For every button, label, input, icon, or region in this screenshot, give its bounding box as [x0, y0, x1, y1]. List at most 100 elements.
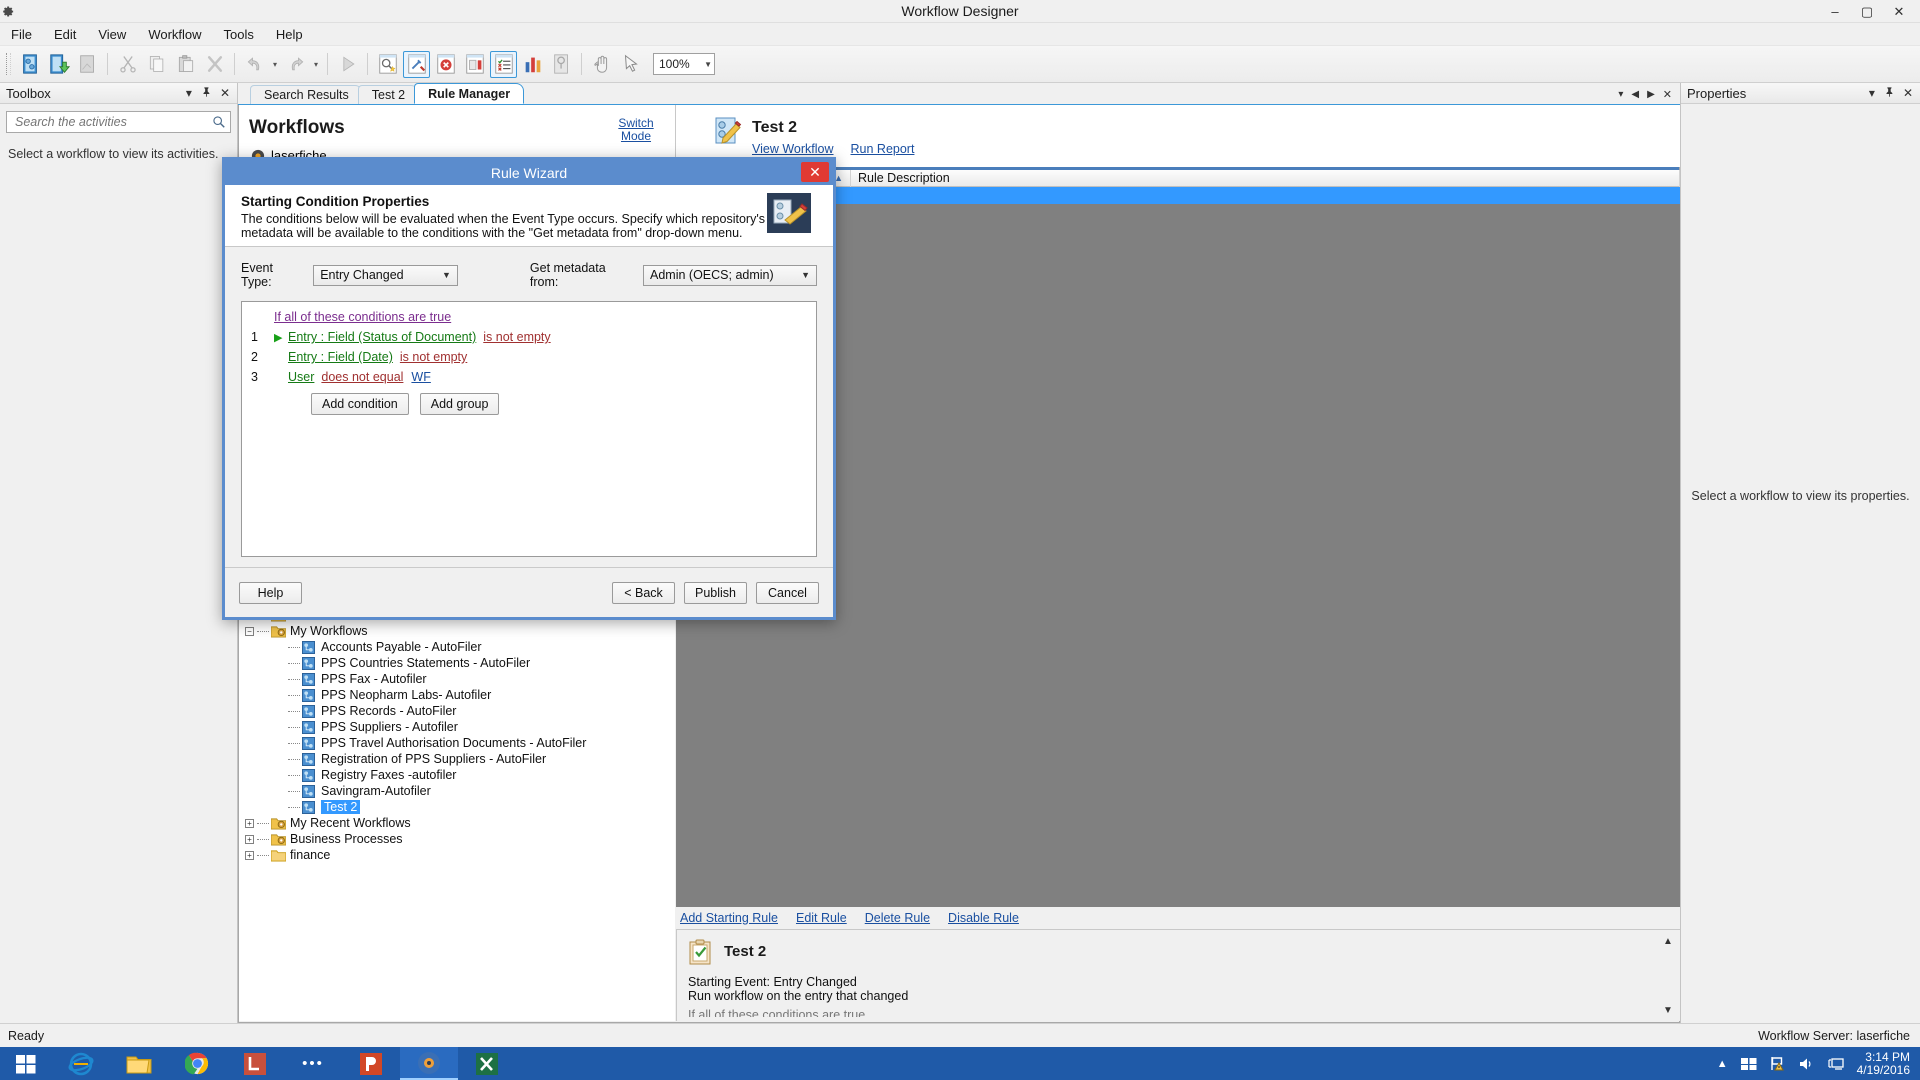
condition-operator[interactable]: is not empty: [483, 330, 550, 344]
condition-subject[interactable]: User: [288, 370, 314, 384]
tree-item[interactable]: PPS Records - AutoFiler: [239, 703, 675, 719]
minimize-button[interactable]: –: [1826, 4, 1844, 19]
zoom-level-combo[interactable]: 100% ▼: [653, 53, 715, 75]
powerpoint-icon[interactable]: [342, 1047, 400, 1080]
condition-operator[interactable]: does not equal: [321, 370, 403, 384]
menu-workflow[interactable]: Workflow: [137, 25, 212, 44]
expand-icon[interactable]: +: [245, 851, 254, 860]
tab-scroll-left-icon[interactable]: ◀: [1631, 89, 1639, 100]
rule-detail-scrollbar[interactable]: ▲ ▼: [1658, 930, 1678, 1022]
volume-icon[interactable]: [1799, 1057, 1815, 1071]
properties-pin-icon[interactable]: [1884, 86, 1894, 100]
undo-dropdown-icon[interactable]: ▾: [270, 51, 280, 78]
condition-subject[interactable]: Entry : Field (Date): [288, 350, 393, 364]
properties-menu-icon[interactable]: ▾: [1869, 86, 1875, 100]
toolbox-close-icon[interactable]: ✕: [220, 86, 230, 100]
tree-item[interactable]: +Business Processes: [239, 831, 675, 847]
more-icon[interactable]: •••: [284, 1047, 342, 1080]
chrome-icon[interactable]: [168, 1047, 226, 1080]
windows-start-icon[interactable]: [0, 1047, 52, 1080]
tree-item[interactable]: +finance: [239, 847, 675, 863]
expand-icon[interactable]: +: [245, 819, 254, 828]
condition-subject[interactable]: Entry : Field (Status of Document): [288, 330, 476, 344]
workflow-designer-icon[interactable]: [400, 1047, 458, 1080]
rule-manager-icon[interactable]: [490, 51, 517, 78]
toolbox-search-box[interactable]: [6, 111, 231, 133]
tab-rule-manager[interactable]: Rule Manager: [414, 83, 524, 104]
metadata-source-combo[interactable]: Admin (OECS; admin) ▼: [643, 265, 817, 286]
expand-icon[interactable]: +: [245, 835, 254, 844]
new-workflow-icon[interactable]: [16, 51, 43, 78]
network-icon[interactable]: [1741, 1057, 1757, 1071]
pan-icon[interactable]: [588, 51, 615, 78]
tab-test-2[interactable]: Test 2: [358, 85, 419, 104]
designer-tools-icon[interactable]: [403, 51, 430, 78]
save-workflow-icon[interactable]: [45, 51, 72, 78]
publish-button[interactable]: Publish: [684, 582, 747, 604]
search-workflow-icon[interactable]: [374, 51, 401, 78]
tab-list-icon[interactable]: ▾: [1618, 89, 1623, 100]
menu-tools[interactable]: Tools: [213, 25, 265, 44]
menu-view[interactable]: View: [87, 25, 137, 44]
properties-icon[interactable]: [461, 51, 488, 78]
flag-warning-icon[interactable]: [1770, 1056, 1786, 1071]
tree-item[interactable]: +My Recent Workflows: [239, 815, 675, 831]
reports-icon[interactable]: [519, 51, 546, 78]
run-report-link[interactable]: Run Report: [851, 142, 915, 156]
menu-file[interactable]: File: [0, 25, 43, 44]
tree-item[interactable]: Accounts Payable - AutoFiler: [239, 639, 675, 655]
delete-rule-link[interactable]: Delete Rule: [865, 911, 930, 925]
tree-item[interactable]: Test 2: [239, 799, 675, 815]
file-explorer-icon[interactable]: [110, 1047, 168, 1080]
switch-mode-link[interactable]: Switch Mode: [611, 117, 661, 143]
tree-item[interactable]: Registry Faxes -autofiler: [239, 767, 675, 783]
display-icon[interactable]: [1828, 1057, 1844, 1071]
tree-item[interactable]: PPS Fax - Autofiler: [239, 671, 675, 687]
conditions-header-link[interactable]: If all of these conditions are true: [242, 310, 816, 324]
back-button[interactable]: < Back: [612, 582, 675, 604]
tree-item[interactable]: Registration of PPS Suppliers - AutoFile…: [239, 751, 675, 767]
toolbox-menu-icon[interactable]: ▾: [186, 86, 192, 100]
add-starting-rule-link[interactable]: Add Starting Rule: [680, 911, 778, 925]
toolbox-pin-icon[interactable]: [201, 86, 211, 100]
tree-item[interactable]: PPS Neopharm Labs- Autofiler: [239, 687, 675, 703]
scroll-up-icon[interactable]: ▲: [1663, 936, 1673, 947]
close-button[interactable]: ✕: [1890, 4, 1908, 20]
menu-edit[interactable]: Edit: [43, 25, 87, 44]
tree-item[interactable]: PPS Suppliers - Autofiler: [239, 719, 675, 735]
search-input[interactable]: [13, 114, 212, 130]
condition-row-1[interactable]: 1 ▶ Entry : Field (Status of Document) i…: [242, 327, 816, 347]
add-condition-button[interactable]: Add condition: [311, 393, 409, 415]
view-workflow-link[interactable]: View Workflow: [752, 142, 834, 156]
tab-search-results[interactable]: Search Results: [250, 85, 363, 104]
tree-item[interactable]: Savingram-Autofiler: [239, 783, 675, 799]
tab-close-icon[interactable]: ✕: [1663, 88, 1672, 101]
excel-icon[interactable]: [458, 1047, 516, 1080]
event-type-combo[interactable]: Entry Changed ▼: [313, 265, 458, 286]
laserfiche-icon[interactable]: [226, 1047, 284, 1080]
column-header-rule-description[interactable]: Rule Description: [851, 170, 1680, 187]
show-hidden-icons[interactable]: ▲: [1717, 1058, 1728, 1070]
tree-item[interactable]: PPS Travel Authorisation Documents - Aut…: [239, 735, 675, 751]
condition-value[interactable]: WF: [411, 370, 430, 384]
tree-item[interactable]: −My Workflows: [239, 623, 675, 639]
stop-icon[interactable]: [432, 51, 459, 78]
cancel-button[interactable]: Cancel: [756, 582, 819, 604]
condition-row-3[interactable]: 3 User does not equal WF: [242, 367, 816, 387]
internet-explorer-icon[interactable]: [52, 1047, 110, 1080]
condition-row-2[interactable]: 2 Entry : Field (Date) is not empty: [242, 347, 816, 367]
condition-operator[interactable]: is not empty: [400, 350, 467, 364]
add-group-button[interactable]: Add group: [420, 393, 500, 415]
menu-help[interactable]: Help: [265, 25, 314, 44]
scroll-down-icon[interactable]: ▼: [1663, 1005, 1673, 1016]
disable-rule-link[interactable]: Disable Rule: [948, 911, 1019, 925]
properties-close-icon[interactable]: ✕: [1903, 86, 1913, 100]
toolbar-grip[interactable]: [6, 53, 11, 75]
tree-item[interactable]: PPS Countries Statements - AutoFiler: [239, 655, 675, 671]
tab-scroll-right-icon[interactable]: ▶: [1647, 89, 1655, 100]
redo-dropdown-icon[interactable]: ▾: [311, 51, 321, 78]
search-icon[interactable]: [212, 115, 226, 129]
maximize-button[interactable]: ▢: [1858, 4, 1876, 20]
collapse-icon[interactable]: −: [245, 627, 254, 636]
help-button[interactable]: Help: [239, 582, 302, 604]
